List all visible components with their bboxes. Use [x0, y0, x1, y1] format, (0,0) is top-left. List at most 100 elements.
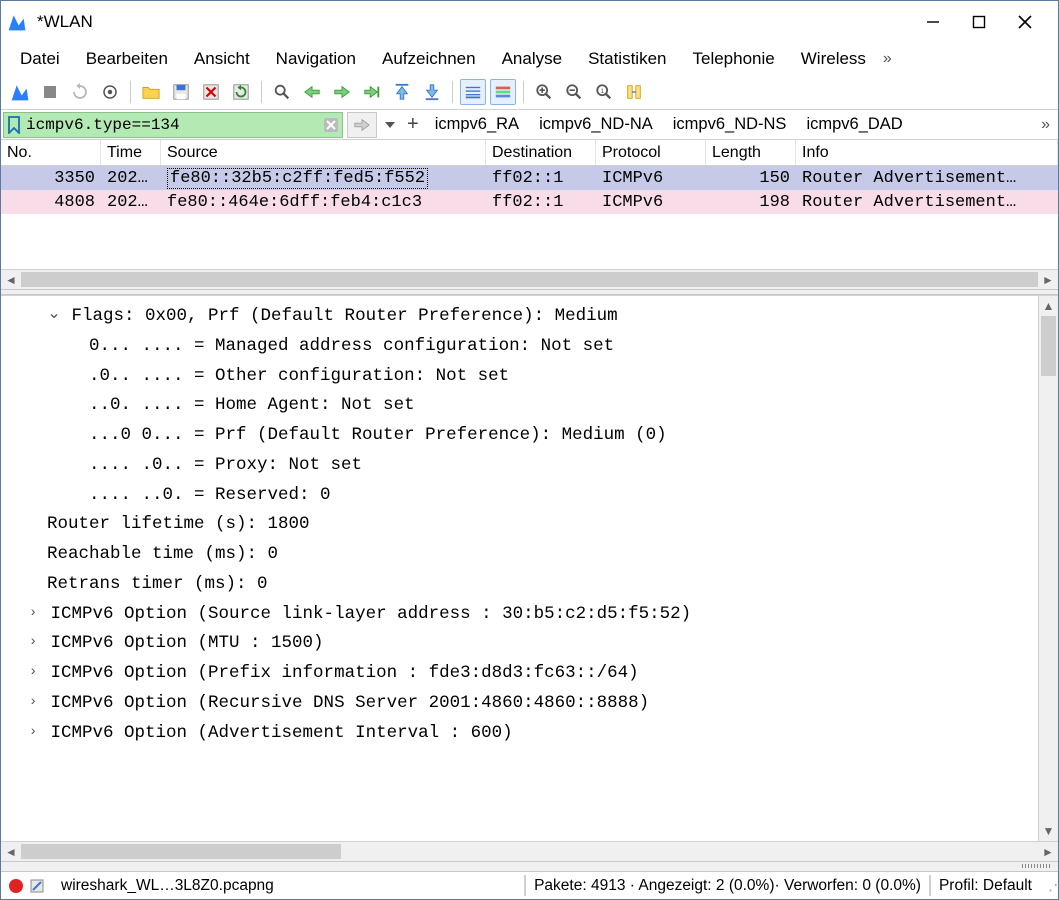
- detail-line[interactable]: ...0 0... = Prf (Default Router Preferen…: [5, 421, 1038, 451]
- menu-datei[interactable]: Datei: [7, 45, 73, 73]
- reload-file-icon[interactable]: [228, 79, 254, 105]
- cell-no: 3350: [1, 166, 101, 190]
- menu-bearbeiten[interactable]: Bearbeiten: [73, 45, 181, 73]
- menu-statistiken[interactable]: Statistiken: [575, 45, 679, 73]
- packet-detail-pane: ⌄ Flags: 0x00, Prf (Default Router Prefe…: [1, 295, 1058, 841]
- close-file-icon[interactable]: [198, 79, 224, 105]
- menu-telephonie[interactable]: Telephonie: [680, 45, 788, 73]
- detail-line[interactable]: › ICMPv6 Option (Advertisement Interval …: [5, 719, 1038, 749]
- capture-restart-icon[interactable]: [67, 79, 93, 105]
- column-source[interactable]: Source: [161, 140, 486, 165]
- packet-list-body: 3350 202… fe80::32b5:c2ff:fed5:f552 ff02…: [1, 166, 1058, 269]
- cell-info: Router Advertisement…: [796, 166, 1058, 190]
- detail-line[interactable]: 0... .... = Managed address configuratio…: [5, 332, 1038, 362]
- expand-icon[interactable]: ⌄: [47, 301, 61, 328]
- open-file-icon[interactable]: [138, 79, 164, 105]
- column-destination[interactable]: Destination: [486, 140, 596, 165]
- cell-time: 202…: [101, 166, 161, 190]
- filter-history-dropdown[interactable]: [381, 112, 399, 138]
- minimize-button[interactable]: [910, 7, 956, 37]
- display-filter-field[interactable]: [3, 112, 343, 138]
- column-time[interactable]: Time: [101, 140, 161, 165]
- menu-analyse[interactable]: Analyse: [489, 45, 575, 73]
- find-icon[interactable]: [269, 79, 295, 105]
- go-back-icon[interactable]: [299, 79, 325, 105]
- go-last-icon[interactable]: [419, 79, 445, 105]
- expand-icon[interactable]: ›: [26, 631, 40, 655]
- packet-row[interactable]: 3350 202… fe80::32b5:c2ff:fed5:f552 ff02…: [1, 166, 1058, 190]
- detail-line[interactable]: › ICMPv6 Option (Recursive DNS Server 20…: [5, 689, 1038, 719]
- menu-wireless[interactable]: Wireless: [788, 45, 879, 73]
- go-to-icon[interactable]: [359, 79, 385, 105]
- packet-list-hscrollbar[interactable]: ◄►: [1, 269, 1058, 289]
- resize-grip-icon[interactable]: ⋰: [1040, 872, 1058, 899]
- svg-text:1: 1: [600, 88, 604, 95]
- detail-line[interactable]: ⌄ Flags: 0x00, Prf (Default Router Prefe…: [5, 302, 1038, 332]
- expand-icon[interactable]: ›: [26, 721, 40, 745]
- cell-info: Router Advertisement…: [796, 190, 1058, 214]
- display-filter-input[interactable]: [24, 113, 320, 137]
- resize-columns-icon[interactable]: [621, 79, 647, 105]
- menu-overflow-icon[interactable]: »: [883, 50, 892, 68]
- menu-ansicht[interactable]: Ansicht: [181, 45, 263, 73]
- detail-line[interactable]: .0.. .... = Other configuration: Not set: [5, 362, 1038, 392]
- detail-line[interactable]: › ICMPv6 Option (Prefix information : fd…: [5, 659, 1038, 689]
- detail-line[interactable]: Router lifetime (s): 1800: [5, 510, 1038, 540]
- status-profile[interactable]: Profil: Default: [931, 872, 1040, 899]
- capture-options-icon[interactable]: [97, 79, 123, 105]
- zoom-in-icon[interactable]: [531, 79, 557, 105]
- packet-row[interactable]: 4808 202… fe80::464e:6dff:feb4:c1c3 ff02…: [1, 190, 1058, 214]
- detail-vscrollbar[interactable]: ▲▼: [1038, 296, 1058, 841]
- main-toolbar: 1: [1, 75, 1058, 109]
- zoom-reset-icon[interactable]: 1: [591, 79, 617, 105]
- title-bar: *WLAN: [1, 1, 1058, 43]
- expand-icon[interactable]: ›: [26, 602, 40, 626]
- maximize-button[interactable]: [956, 7, 1002, 37]
- column-length[interactable]: Length: [706, 140, 796, 165]
- auto-scroll-icon[interactable]: [460, 79, 486, 105]
- filter-toolbar: + icmpv6_RA icmpv6_ND-NA icmpv6_ND-NS ic…: [1, 109, 1058, 139]
- close-button[interactable]: [1002, 7, 1048, 37]
- capture-indicator[interactable]: [1, 872, 53, 899]
- filter-overflow-icon[interactable]: »: [1041, 116, 1056, 134]
- detail-line[interactable]: › ICMPv6 Option (Source link-layer addre…: [5, 600, 1038, 630]
- save-file-icon[interactable]: [168, 79, 194, 105]
- filter-bookmark-ra[interactable]: icmpv6_RA: [427, 113, 527, 136]
- filter-bookmark-nd-na[interactable]: icmpv6_ND-NA: [531, 113, 661, 136]
- detail-line[interactable]: ..0. .... = Home Agent: Not set: [5, 391, 1038, 421]
- expand-icon[interactable]: ›: [26, 691, 40, 715]
- packet-list-pane: No. Time Source Destination Protocol Len…: [1, 139, 1058, 289]
- detail-line[interactable]: › ICMPv6 Option (MTU : 1500): [5, 629, 1038, 659]
- cell-destination: ff02::1: [486, 166, 596, 190]
- clear-filter-icon[interactable]: [320, 117, 342, 133]
- column-no[interactable]: No.: [1, 140, 101, 165]
- detail-line[interactable]: .... ..0. = Reserved: 0: [5, 481, 1038, 511]
- detail-hscrollbar[interactable]: ◄ ►: [1, 841, 1058, 861]
- filter-bookmark-nd-ns[interactable]: icmpv6_ND-NS: [665, 113, 795, 136]
- bytes-pane-grip[interactable]: [1, 861, 1058, 871]
- expert-info-icon[interactable]: [29, 878, 45, 894]
- go-forward-icon[interactable]: [329, 79, 355, 105]
- cell-length: 150: [706, 166, 796, 190]
- filter-bookmark-icon[interactable]: [4, 116, 24, 134]
- cell-length: 198: [706, 190, 796, 214]
- colorize-icon[interactable]: [490, 79, 516, 105]
- packet-detail-tree[interactable]: ⌄ Flags: 0x00, Prf (Default Router Prefe…: [1, 296, 1038, 841]
- capture-stop-icon[interactable]: [37, 79, 63, 105]
- app-icon: [7, 11, 27, 33]
- detail-line[interactable]: Retrans timer (ms): 0: [5, 570, 1038, 600]
- filter-bookmark-dad[interactable]: icmpv6_DAD: [798, 113, 910, 136]
- go-first-icon[interactable]: [389, 79, 415, 105]
- detail-line[interactable]: .... .0.. = Proxy: Not set: [5, 451, 1038, 481]
- detail-line[interactable]: Reachable time (ms): 0: [5, 540, 1038, 570]
- capture-start-icon[interactable]: [7, 79, 33, 105]
- menu-aufzeichnen[interactable]: Aufzeichnen: [369, 45, 489, 73]
- expand-icon[interactable]: ›: [26, 661, 40, 685]
- add-filter-button[interactable]: +: [403, 113, 423, 136]
- apply-filter-button[interactable]: [347, 112, 377, 138]
- menu-navigation[interactable]: Navigation: [263, 45, 369, 73]
- column-protocol[interactable]: Protocol: [596, 140, 706, 165]
- zoom-out-icon[interactable]: [561, 79, 587, 105]
- cell-protocol: ICMPv6: [596, 190, 706, 214]
- column-info[interactable]: Info: [796, 140, 1058, 165]
